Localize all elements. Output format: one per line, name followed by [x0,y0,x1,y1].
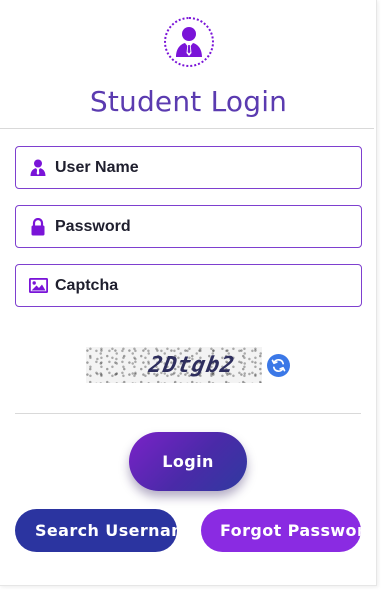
user-icon [28,158,48,178]
captcha-text: 2Dtgb2 [146,352,237,378]
forgot-password-button[interactable]: Forgot Password [201,509,361,552]
login-card: Student Login User Name Captcha 2Dtgb2 L… [0,0,377,586]
password-field[interactable] [15,205,362,248]
login-button[interactable]: Login [129,432,247,491]
captcha-image: 2Dtgb2 [86,347,262,383]
image-icon [28,276,48,296]
username-input[interactable] [55,152,345,183]
search-username-button[interactable]: Search Username [15,509,177,552]
captcha-field[interactable] [15,264,362,307]
page-title: Student Login [89,85,288,118]
form-divider [15,413,361,414]
avatar-graphic [176,27,202,57]
user-tie-icon [164,17,214,67]
header-divider [0,128,374,129]
captcha-input[interactable] [55,270,345,301]
lock-icon [28,217,48,237]
username-field[interactable] [15,146,362,189]
password-input[interactable] [55,211,345,242]
refresh-icon[interactable] [267,354,290,377]
